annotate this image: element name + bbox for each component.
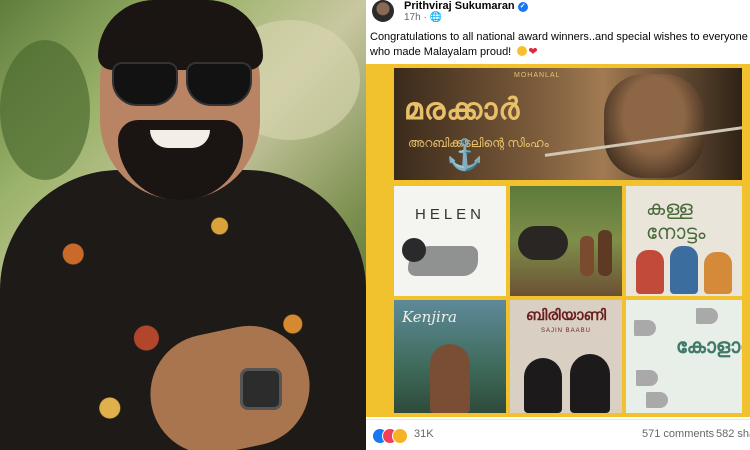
actor-photo <box>0 0 366 450</box>
caption-text: Congratulations to all national award wi… <box>370 31 748 58</box>
poster-title: കോളാമ്പി <box>676 334 742 358</box>
woman-figure <box>524 358 562 413</box>
wristwatch <box>240 368 282 410</box>
poster-kids[interactable]: കള്ള നോട്ടം <box>626 186 742 296</box>
poster-producer-text: MOHANLAL <box>514 72 561 79</box>
post-time[interactable]: 17h <box>404 12 421 23</box>
post-header: Prithviraj Sukumaran ✓ 17h · 🌐 <box>366 0 750 24</box>
poster-title: മരക്കാർ <box>404 92 521 127</box>
loudspeaker-icon <box>634 320 656 336</box>
poster-title: Kenjira <box>402 308 457 326</box>
reaction-icons[interactable] <box>372 428 414 444</box>
poster-marakkar[interactable]: MOHANLAL മരക്കാർ അറബിക്കടലിന്റെ സിംഹം ⚓ <box>394 68 742 180</box>
comment-count[interactable]: 571 comments <box>642 428 714 440</box>
child-figure <box>636 250 664 294</box>
loudspeaker-icon <box>696 308 718 324</box>
smile-emoji <box>517 46 528 56</box>
poster-credit: SAJIN BAABU <box>540 328 591 334</box>
verified-icon: ✓ <box>517 2 528 12</box>
poster-figure <box>430 344 470 413</box>
background-foliage <box>0 40 90 180</box>
poster-helen[interactable]: HELEN <box>394 186 506 296</box>
poster-collage[interactable]: MOHANLAL മരക്കാർ അറബിക്കടലിന്റെ സിംഹം ⚓ … <box>366 64 750 417</box>
person-figure <box>580 236 594 276</box>
sunglasses-lens <box>112 62 178 106</box>
avatar[interactable] <box>372 0 394 22</box>
loudspeaker-icon <box>646 392 668 408</box>
buffalo-figure <box>518 226 568 260</box>
loudspeaker-icon <box>636 370 658 386</box>
post-meta: 17h · 🌐 <box>404 12 443 23</box>
poster-title: കള്ള നോട്ടം <box>646 196 706 244</box>
poster-title: ബിരിയാണി <box>525 306 607 324</box>
poster-biriyani[interactable]: ബിരിയാണി SAJIN BAABU <box>510 300 622 413</box>
smile <box>150 130 210 148</box>
globe-icon: 🌐 <box>429 12 443 23</box>
haha-reaction-icon <box>392 428 408 444</box>
reaction-bar: 31K 571 comments 582 sha <box>366 419 750 450</box>
poster-face <box>604 74 704 178</box>
child-figure <box>670 246 698 294</box>
hair <box>98 0 263 70</box>
author-name[interactable]: Prithviraj Sukumaran ✓ <box>404 0 528 12</box>
share-count[interactable]: 582 sha <box>716 428 750 440</box>
sunglasses <box>112 62 252 106</box>
child-figure <box>704 252 732 294</box>
sunglasses-lens <box>186 62 252 106</box>
post-caption: Congratulations to all national award wi… <box>370 30 750 60</box>
poster-kolambi[interactable]: കോളാമ്പി <box>626 300 742 413</box>
person-figure <box>598 230 612 276</box>
poster-title: HELEN <box>414 206 486 223</box>
poster-kenjira[interactable]: Kenjira <box>394 300 506 413</box>
poster-jallikattu[interactable] <box>510 186 622 296</box>
woman-figure <box>570 354 610 413</box>
author-name-text[interactable]: Prithviraj Sukumaran <box>404 0 515 12</box>
reaction-count[interactable]: 31K <box>414 428 434 440</box>
facebook-post: Prithviraj Sukumaran ✓ 17h · 🌐 Congratula… <box>366 0 750 450</box>
heart-emoji: ❤ <box>528 46 538 58</box>
poster-figure-head <box>402 238 426 262</box>
anchor-icon: ⚓ <box>446 139 484 172</box>
